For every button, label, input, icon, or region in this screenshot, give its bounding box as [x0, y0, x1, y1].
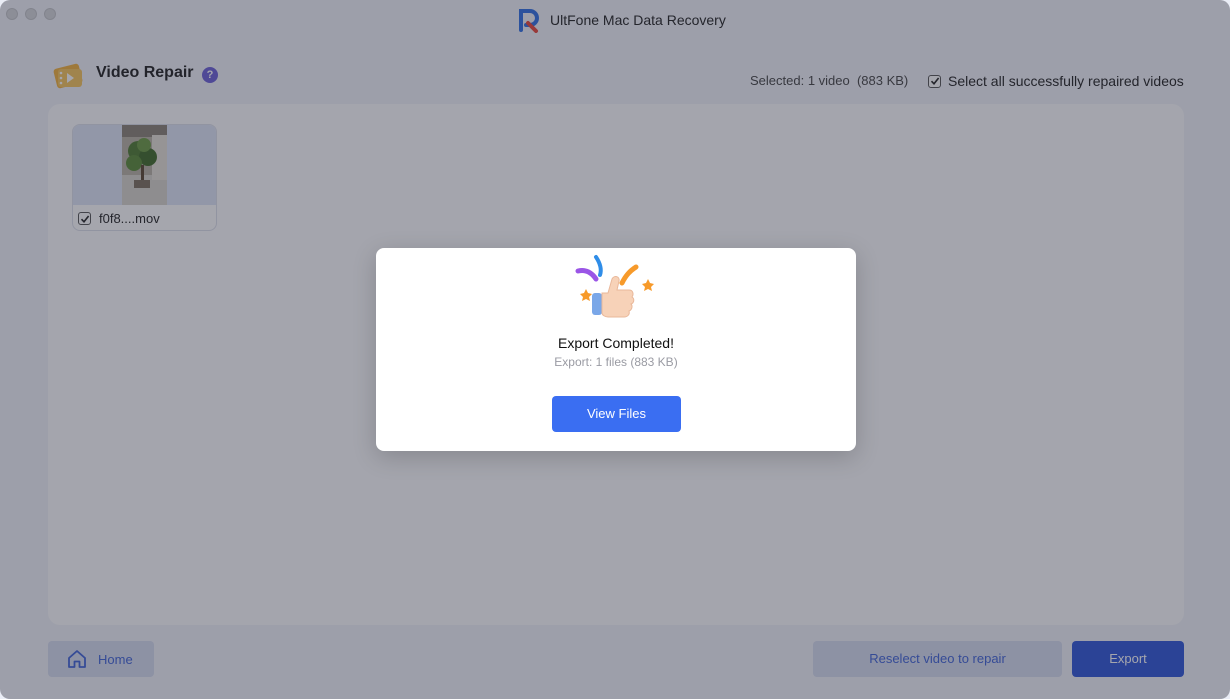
thumbs-up-celebration-icon — [575, 255, 654, 318]
export-completed-dialog: Export Completed! Export: 1 files (883 K… — [376, 248, 856, 451]
dialog-title: Export Completed! — [558, 335, 674, 351]
dialog-subtitle: Export: 1 files (883 KB) — [554, 355, 678, 369]
view-files-button[interactable]: View Files — [552, 396, 681, 432]
app-window: UltFone Mac Data Recovery Video Repair ?… — [0, 0, 1230, 699]
